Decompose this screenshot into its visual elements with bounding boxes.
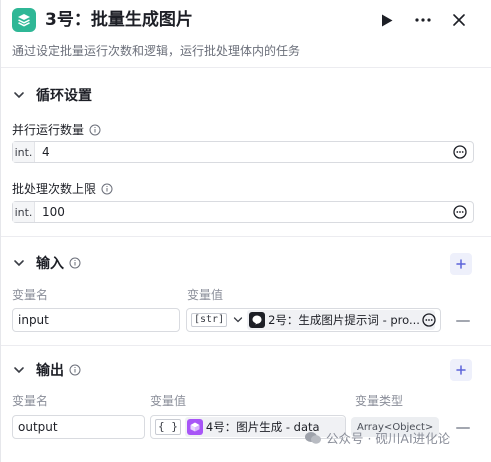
variable-toggle-icon[interactable] <box>451 143 469 161</box>
batch-limit-input[interactable]: int. 100 <box>12 201 474 223</box>
loop-settings-toggle[interactable]: 循环设置 <box>12 84 92 106</box>
panel-header: 3号：批量生成图片 通过设定批量运行次数和逻辑，运行批处理体内的任务 <box>1 0 491 68</box>
parallel-count-label: 并行运行数量 <box>12 121 101 138</box>
add-output-button[interactable] <box>450 359 472 381</box>
more-icon <box>415 18 431 22</box>
parallel-count-input[interactable]: int. 4 <box>12 141 474 163</box>
watermark: 公众号 · 砚川AI进化论 <box>304 428 450 447</box>
object-type-tag: { } <box>155 419 181 435</box>
wechat-icon <box>305 431 321 444</box>
reference-label: 4号：图片生成 - data <box>205 420 320 434</box>
output-section-title: 输出 <box>36 363 64 379</box>
batch-limit-value[interactable]: 100 <box>42 205 451 219</box>
close-button[interactable] <box>446 7 472 33</box>
loop-settings-title: 循环设置 <box>36 88 92 104</box>
section-divider <box>1 236 491 237</box>
chevron-down-icon[interactable] <box>233 315 243 325</box>
output-col-name: 变量名 <box>12 394 49 408</box>
input-var-name[interactable]: input <box>12 308 180 332</box>
info-icon[interactable] <box>69 364 81 376</box>
more-button[interactable] <box>410 7 436 33</box>
info-icon[interactable] <box>89 124 101 136</box>
output-var-name[interactable]: output <box>12 415 145 439</box>
parallel-count-label-text: 并行运行数量 <box>12 123 85 137</box>
int-prefix: int. <box>13 142 35 162</box>
plus-icon <box>456 365 466 375</box>
image-node-icon <box>186 419 203 435</box>
input-col-value: 变量值 <box>187 288 224 302</box>
type-tag: [str] <box>191 313 228 327</box>
input-section-title: 输入 <box>36 256 64 272</box>
int-prefix: int. <box>13 202 35 222</box>
reference-label: 2号：生成图片提示词 - pro... <box>268 313 420 327</box>
parallel-count-value[interactable]: 4 <box>42 145 451 159</box>
batch-limit-label: 批处理次数上限 <box>12 180 113 197</box>
info-icon[interactable] <box>69 257 81 269</box>
close-icon <box>453 14 465 26</box>
layers-icon <box>12 8 36 32</box>
remove-input-button[interactable] <box>456 320 470 322</box>
output-section-toggle[interactable]: 输出 <box>12 359 81 381</box>
run-button[interactable] <box>374 7 400 33</box>
node-title[interactable]: 3号：批量生成图片 <box>45 8 193 32</box>
output-col-value: 变量值 <box>150 394 187 408</box>
reference-chip[interactable]: 2号：生成图片提示词 - pro... <box>247 310 436 330</box>
input-col-name: 变量名 <box>12 288 49 302</box>
batch-limit-label-text: 批处理次数上限 <box>12 182 97 196</box>
section-divider <box>1 345 491 346</box>
variable-toggle-icon[interactable] <box>451 203 469 221</box>
variable-toggle-icon[interactable] <box>421 312 437 328</box>
input-section-toggle[interactable]: 输入 <box>12 252 81 274</box>
play-icon <box>382 14 393 26</box>
chevron-down-icon <box>14 92 24 99</box>
node-config-panel: 3号：批量生成图片 通过设定批量运行次数和逻辑，运行批处理体内的任务 循环设置 … <box>0 0 491 462</box>
watermark-text: 公众号 · 砚川AI进化论 <box>326 431 451 446</box>
node-description: 通过设定批量运行次数和逻辑，运行批处理体内的任务 <box>12 44 301 58</box>
output-col-type: 变量类型 <box>355 394 404 408</box>
llm-node-icon <box>249 312 266 328</box>
chevron-down-icon <box>14 260 24 267</box>
plus-icon <box>456 259 466 269</box>
remove-output-button[interactable] <box>456 427 470 429</box>
add-input-button[interactable] <box>450 253 472 275</box>
input-var-value[interactable]: [str] 2号：生成图片提示词 - pro... <box>186 308 441 332</box>
chevron-down-icon <box>14 367 24 374</box>
info-icon[interactable] <box>101 183 113 195</box>
